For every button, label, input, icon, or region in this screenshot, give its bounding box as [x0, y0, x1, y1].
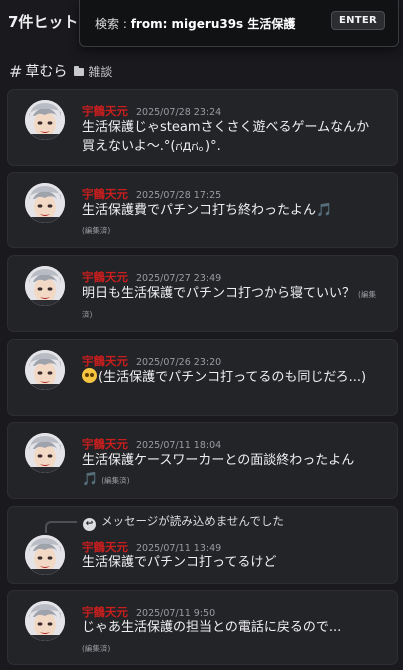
- author-name[interactable]: 宇鶴天元: [82, 187, 128, 201]
- message-header: 宇鶴天元 2025/07/27 23:49: [82, 266, 221, 285]
- timestamp: 2025/07/11 18:04: [136, 440, 222, 451]
- message-text: 生活保護費でパチンコ打ち終わったよん🎵: [82, 201, 380, 220]
- top-bar: 7件ヒット 検索 : from: migeru39s 生活保護 ENTER: [0, 0, 403, 48]
- category-name: 雑談: [88, 64, 113, 79]
- avatar[interactable]: [25, 100, 65, 140]
- avatar[interactable]: [25, 183, 65, 223]
- avatar[interactable]: [25, 350, 65, 390]
- avatar[interactable]: [25, 433, 65, 473]
- avatar[interactable]: [25, 601, 65, 641]
- message-text: じゃあ生活保護の担当との電話に戻るので...: [82, 620, 342, 635]
- reply-arrow-icon: ↩: [83, 518, 96, 531]
- message-text: 生活保護でパチンコ打ってるけど: [82, 555, 277, 570]
- author-name[interactable]: 宇鶴天元: [82, 540, 128, 554]
- message-content: 生活保護費でパチンコ打ち終わったよん: [82, 203, 317, 218]
- author-name[interactable]: 宇鶴天元: [82, 270, 128, 284]
- message-header: 宇鶴天元 2025/07/28 23:24: [82, 100, 221, 119]
- message-text: 明日も生活保護でパチンコ打つから寝ていい？ (編集済): [82, 284, 380, 324]
- author-name[interactable]: 宇鶴天元: [82, 354, 128, 368]
- search-result-card[interactable]: 宇鶴天元 2025/07/26 23:20 (生活保護でパチンコ打ってるのも同じだ…: [7, 339, 398, 416]
- search-result-card[interactable]: 宇鶴天元 2025/07/27 23:49 明日も生活保護でパチンコ打つから寝てい…: [7, 255, 398, 332]
- message-content: 明日も生活保護でパチンコ打つから寝ていい？: [82, 286, 356, 301]
- author-name[interactable]: 宇鶴天元: [82, 605, 128, 619]
- message-text: (生活保護でパチンコ打ってるのも同じだろ...): [82, 368, 380, 387]
- edited-label: (編集済): [101, 476, 130, 485]
- author-name[interactable]: 宇鶴天元: [82, 437, 128, 451]
- search-query: from: migeru39s 生活保護: [130, 17, 296, 31]
- timestamp: 2025/07/28 23:24: [136, 107, 222, 118]
- message-header: 宇鶴天元 2025/07/26 23:20: [82, 350, 221, 369]
- message-content: 生活保護ケースワーカーとの面談終わったよん: [82, 453, 355, 468]
- search-result-card[interactable]: ↩ メッセージが読み込めませんでした 宇鶴天元 2025/07/11 13:49 生…: [7, 506, 398, 584]
- message-header: 宇鶴天元 2025/07/28 17:25: [82, 183, 221, 202]
- timestamp: 2025/07/28 17:25: [136, 190, 222, 201]
- search-query-display: 検索 : from: migeru39s 生活保護: [95, 15, 295, 32]
- message-text: 生活保護ケースワーカーとの面談終わったよん 🎵 (編集済): [82, 451, 380, 490]
- author-name[interactable]: 宇鶴天元: [82, 104, 128, 118]
- reply-connector: [45, 521, 77, 533]
- message-content: (生活保護でパチンコ打ってるのも同じだろ...): [98, 370, 367, 385]
- search-result-card[interactable]: 宇鶴天元 2025/07/11 18:04 生活保護ケースワーカーとの面談終わった…: [7, 422, 398, 499]
- enter-button[interactable]: ENTER: [330, 11, 385, 30]
- hit-count: 7件ヒット: [8, 13, 79, 31]
- musical-note-emoji: 🎵: [316, 203, 333, 218]
- search-result-card[interactable]: 宇鶴天元 2025/07/28 23:24 生活保護じゃsteamさくさく遊べるゲ…: [7, 89, 398, 166]
- channel-header[interactable]: # 草むら 雑談: [9, 60, 112, 82]
- folder-icon: [74, 66, 85, 76]
- search-result-card[interactable]: 宇鶴天元 2025/07/11 9:50 じゃあ生活保護の担当との電話に戻るので.…: [7, 590, 398, 665]
- timestamp: 2025/07/26 23:20: [136, 357, 222, 368]
- edited-label: (編集済): [82, 226, 111, 235]
- pleading-face-emoji: [82, 368, 97, 383]
- search-prefix: 検索 :: [95, 17, 131, 31]
- timestamp: 2025/07/27 23:49: [136, 273, 222, 284]
- musical-note-emoji: 🎵: [82, 472, 99, 487]
- channel-name[interactable]: 草むら: [25, 61, 67, 81]
- reply-notice: メッセージが読み込めませんでした: [101, 514, 284, 528]
- edited-label: (編集済): [82, 644, 111, 653]
- reply-reference[interactable]: ↩ メッセージが読み込めませんでした: [83, 513, 284, 531]
- search-result-card[interactable]: 宇鶴天元 2025/07/28 17:25 生活保護費でパチンコ打ち終わったよん🎵…: [7, 172, 398, 248]
- avatar[interactable]: [25, 535, 65, 575]
- message-text: 生活保護じゃsteamさくさく遊べるゲームなんか買えないよ～.°(ಗдಗ。)°.: [82, 120, 370, 154]
- search-popup: 検索 : from: migeru39s 生活保護 ENTER: [79, 0, 399, 47]
- hash-icon: #: [9, 61, 23, 81]
- avatar[interactable]: [25, 266, 65, 306]
- message-header: 宇鶴天元 2025/07/11 18:04: [82, 433, 221, 452]
